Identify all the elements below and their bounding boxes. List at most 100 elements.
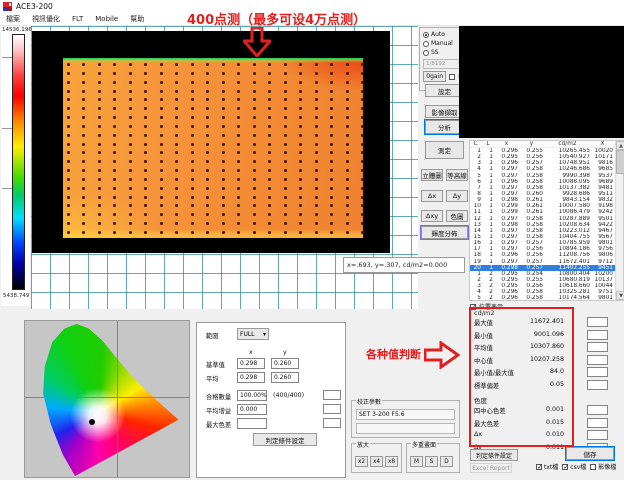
measurement-point [268,187,271,190]
stereo-view-button[interactable]: 立體圖 [421,169,443,181]
range-select[interactable]: FULL▾ [237,328,269,340]
result-status-box [587,367,608,377]
measurement-point [98,63,101,66]
luminance-heatmap[interactable] [63,58,363,238]
radio-icon[interactable] [423,41,429,47]
multi-screen-button-m[interactable]: M [410,456,423,467]
measurement-point [284,160,287,163]
measurement-point [299,90,302,93]
measurement-point [268,222,271,225]
save-format-checkbox[interactable] [562,464,568,470]
average-x-field[interactable]: 0.298 [237,372,265,383]
contour-button[interactable]: 等高線 [446,169,468,181]
measurement-point [206,63,209,66]
measurement-point [315,160,318,163]
scrollbar-thumb[interactable] [616,150,624,174]
zoom-button-x4[interactable]: x4 [370,456,383,467]
measurement-point [237,151,240,154]
measurement-point [330,63,333,66]
gain-button[interactable]: 0gain [423,71,446,82]
measurement-point [113,160,116,163]
save-format-option[interactable]: csv檔 [562,462,586,471]
judgment-condition-button[interactable]: 判定條件設定 [253,433,317,446]
measurement-point [361,125,364,128]
pass-percentage-field[interactable]: 100.00% [237,390,267,401]
delta-xy-button[interactable]: Δxy [421,210,443,222]
delta-y-button[interactable]: Δy [446,190,468,202]
radio-icon[interactable] [423,50,429,56]
max-color-diff-field[interactable] [237,418,267,429]
result-status-box [587,405,608,415]
multi-screen-button-s[interactable]: S [425,456,438,467]
measurement-point [160,187,163,190]
measurement-point [284,169,287,172]
calibration-extra-field[interactable] [356,423,455,434]
measurement-point [82,134,85,137]
table-row[interactable]: 520.2960.25810174.5649801 [470,295,615,301]
save-format-option[interactable]: 影像檔 [590,462,616,471]
measurement-point [222,169,225,172]
menu-item[interactable]: 檔案 [6,14,20,24]
measurement-point [237,187,240,190]
measurement-point [237,178,240,181]
result-status-box [587,317,608,327]
radio-icon[interactable] [423,32,429,38]
cie-chromaticity-panel[interactable] [24,320,190,478]
measurement-point [129,160,132,163]
scroll-down-icon[interactable]: ▼ [616,291,624,300]
measurement-table[interactable]: CLxycd/m2X 110.2960.25510265.45510020210… [469,140,624,301]
menu-item[interactable]: 幫助 [130,14,144,24]
measurement-point [299,160,302,163]
zoom-button-x2[interactable]: x2 [355,456,368,467]
measurement-point [346,107,349,110]
measurement-point [299,125,302,128]
measurement-point [330,81,333,84]
measurement-image-canvas[interactable] [32,31,390,253]
measurement-point [160,222,163,225]
measurement-point [268,196,271,199]
measurement-point [160,107,163,110]
column-x-header: x [249,349,253,356]
menu-item[interactable]: 視訊優化 [32,14,60,24]
exposure-select[interactable]: 1/8192▾ [423,59,464,69]
calibration-set-field[interactable]: SET 3-200 F5.6 [356,409,455,420]
average-y-field[interactable]: 0.260 [271,372,299,383]
measurement-point [237,196,240,199]
measurement-point [346,160,349,163]
measurement-table-body[interactable]: 110.2960.25510265.45510020210.2950.25610… [470,148,615,302]
multi-screen-button-d[interactable]: D [440,456,453,467]
measurement-point [206,151,209,154]
measurement-point [284,151,287,154]
reference-y-field[interactable]: 0.260 [271,358,299,369]
table-scrollbar[interactable]: ▲ ▼ [615,141,623,300]
measurement-point [284,98,287,101]
measurement-point [268,63,271,66]
measure-button[interactable]: 測定 [425,141,464,159]
save-format-checkbox[interactable] [536,464,542,470]
measurement-point [268,134,271,137]
menu-item[interactable]: Mobile [95,15,118,23]
zoom-button-x8[interactable]: x8 [385,456,398,467]
scroll-up-icon[interactable]: ▲ [616,141,624,150]
table-column-header: C [470,141,483,147]
measurement-point [191,178,194,181]
result-status-box [587,330,608,340]
cursor-status-text: x=.693, y=.307, cd/m2=0.000 [347,261,447,269]
measurement-point [129,107,132,110]
dr-checkbox[interactable] [449,74,455,80]
measurement-point [67,125,70,128]
luminance-distribution-button[interactable]: 輝度分佈 [421,226,468,239]
delta-x-button[interactable]: Δx [421,190,443,202]
save-format-checkbox[interactable] [590,464,596,470]
judgment-condition-button-2[interactable]: 判定條件設定 [470,449,518,461]
color-map-button[interactable]: 色圖 [446,210,468,222]
menu-item[interactable]: FLT [72,15,83,23]
measurement-point [98,169,101,172]
reference-x-field[interactable]: 0.298 [237,358,265,369]
measurement-point [253,169,256,172]
save-button[interactable]: 儲存 [566,447,614,460]
save-format-option[interactable]: txt檔 [536,462,558,471]
measurement-point [330,160,333,163]
average-gain-field[interactable]: 0.000 [237,404,267,415]
measurement-point [222,72,225,75]
